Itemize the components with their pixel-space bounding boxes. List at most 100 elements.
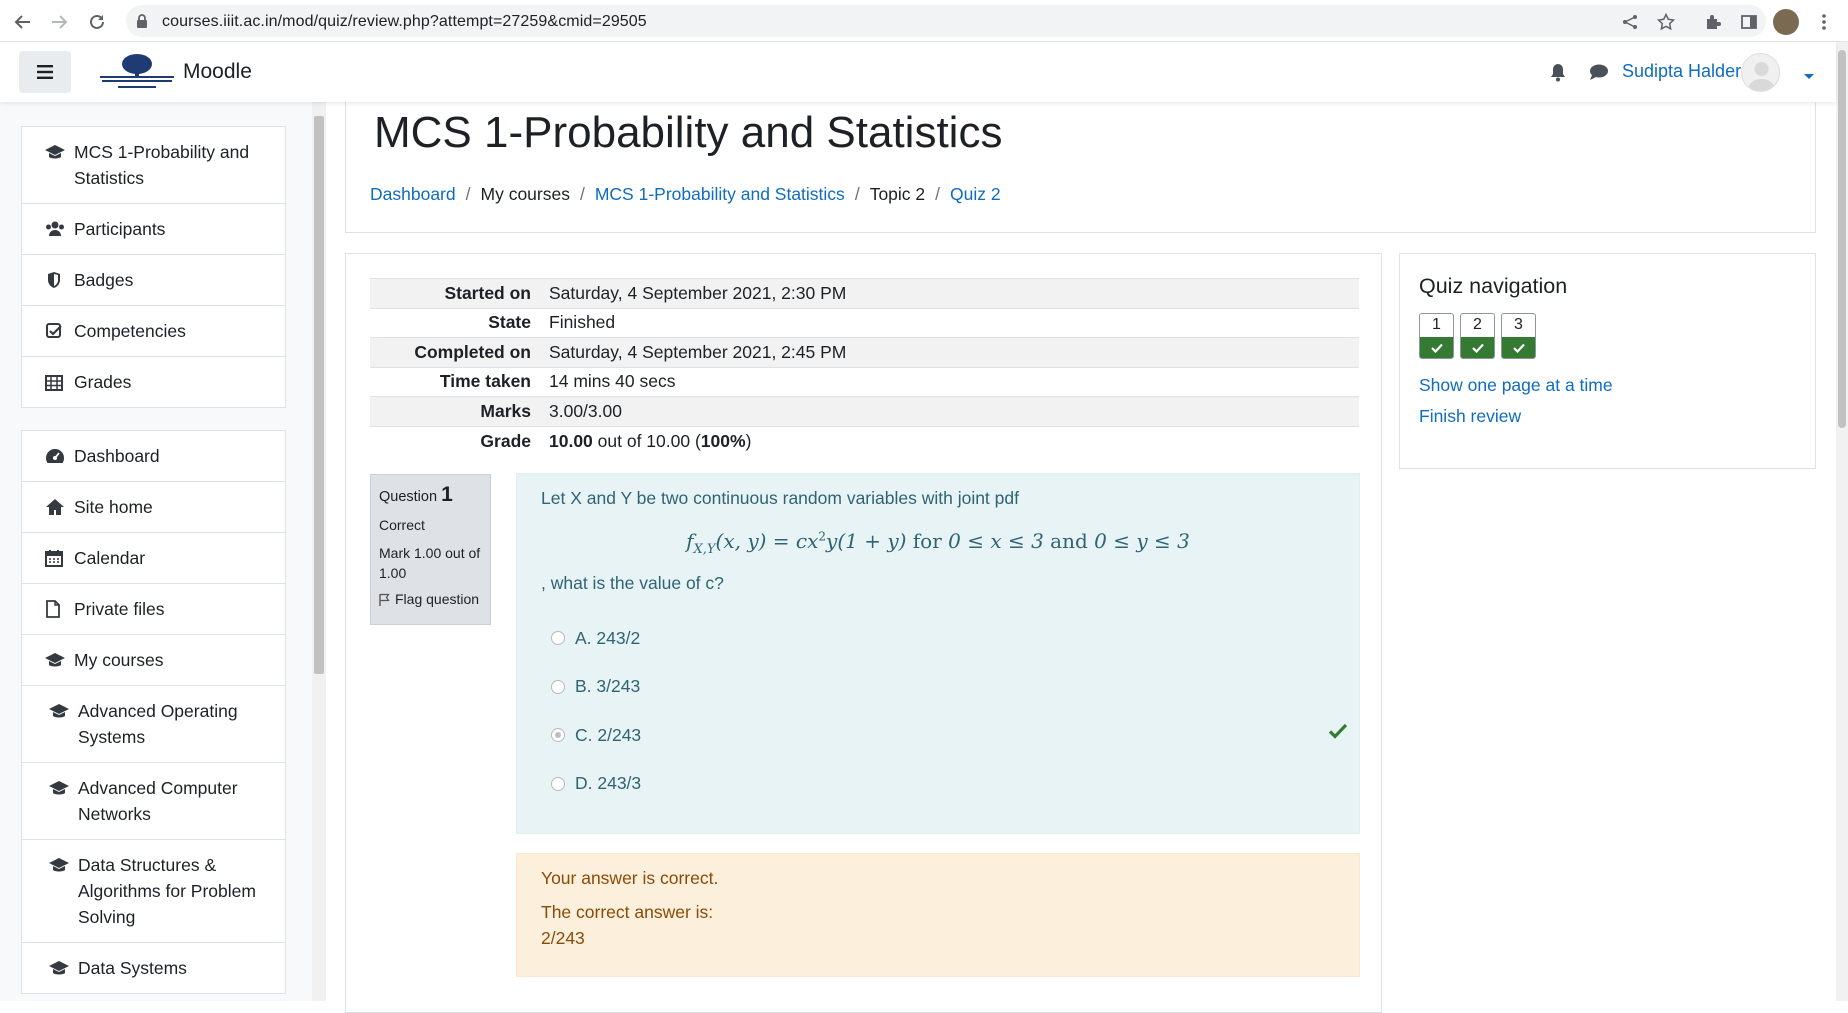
drawer-item-label: Participants: [74, 219, 166, 239]
quiz-nav-button[interactable]: 1: [1419, 313, 1454, 359]
summary-value: 14 mins 40 secs: [541, 366, 1359, 397]
drawer-item-participants[interactable]: Participants: [22, 204, 285, 255]
question-state: Correct: [379, 517, 425, 533]
user-menu-name[interactable]: Sudipta Halder: [1622, 61, 1741, 82]
breadcrumb-my-courses: My courses: [480, 184, 570, 204]
address-bar[interactable]: courses.iiit.ac.in/mod/quiz/review.php?a…: [126, 5, 1766, 37]
summary-value: 10.00 out of 10.00 (100%): [541, 425, 1359, 456]
messages-icon[interactable]: [1588, 62, 1610, 84]
drawer-item-private-files[interactable]: Private files: [22, 584, 285, 635]
drawer-item-label: MCS 1-Probability and Statistics: [74, 142, 250, 188]
answer-option-label: D. 243/3: [575, 773, 642, 794]
summary-label: State: [370, 307, 541, 338]
drawer-item-my-courses[interactable]: My courses: [22, 635, 285, 686]
question-formulation: Let X and Y be two continuous random var…: [516, 473, 1360, 834]
quiz-nav-button-number: 3: [1514, 316, 1523, 333]
page-scrollbar[interactable]: [1836, 42, 1848, 1001]
answer-option[interactable]: C. 2/243: [541, 711, 1348, 760]
flag-question-button[interactable]: Flag question: [379, 591, 482, 607]
share-icon[interactable]: [1616, 8, 1644, 36]
grade-out-of: out of 10.00 (: [592, 430, 701, 451]
drawer-item-competencies[interactable]: Competencies: [22, 306, 285, 357]
question-text: Let X and Y be two continuous random var…: [541, 488, 1019, 508]
page-title: MCS 1-Probability and Statistics: [374, 108, 1003, 157]
table-icon: [45, 372, 65, 392]
iiit-logo[interactable]: [98, 52, 176, 92]
profile-avatar-icon[interactable]: [1772, 8, 1800, 36]
flag-icon: [379, 593, 390, 606]
drawer-item-label: Calendar: [74, 548, 146, 568]
bell-icon[interactable]: [1548, 62, 1570, 84]
drawer-item-site-home[interactable]: Site home: [22, 482, 285, 533]
drawer-item-calendar[interactable]: Calendar: [22, 533, 285, 584]
extensions-icon[interactable]: [1699, 8, 1727, 36]
breadcrumb-dashboard[interactable]: Dashboard: [370, 184, 456, 205]
flag-question-label: Flag question: [395, 591, 480, 607]
drawer-item-grades[interactable]: Grades: [22, 357, 285, 407]
radio-button[interactable]: [551, 631, 565, 645]
drawer-item-course-aos[interactable]: Advanced Operating Systems: [22, 686, 285, 763]
bookmark-star-icon[interactable]: [1652, 8, 1680, 36]
drawer-item-dashboard[interactable]: Dashboard: [22, 431, 285, 482]
summary-row: State Finished: [370, 307, 1359, 338]
drawer-item-course[interactable]: MCS 1-Probability and Statistics: [22, 127, 285, 204]
answer-option-label: A. 243/2: [575, 627, 641, 648]
browser-toolbar: courses.iiit.ac.in/mod/quiz/review.php?a…: [0, 0, 1848, 42]
hamburger-icon: [37, 65, 53, 79]
radio-button[interactable]: [551, 679, 565, 694]
check-square-icon: [45, 321, 65, 341]
site-name[interactable]: Moodle: [183, 60, 252, 84]
answer-option[interactable]: B. 3/243: [541, 663, 1335, 712]
dashboard-icon: [45, 446, 65, 466]
quiz-review-content: Started on Saturday, 4 September 2021, 2…: [345, 253, 1382, 1013]
attempt-summary-table: Started on Saturday, 4 September 2021, 2…: [370, 278, 1359, 456]
drawer-scrollbar[interactable]: [312, 102, 326, 1001]
question-mark: Mark 1.00 out of 1.00: [379, 545, 481, 581]
breadcrumb-separator: /: [854, 184, 860, 204]
user-avatar[interactable]: [1741, 53, 1780, 92]
drawer-item-badges[interactable]: Badges: [22, 255, 285, 306]
feedback-text: Your answer is correct.: [541, 868, 719, 888]
answer-option[interactable]: D. 243/3: [541, 760, 1335, 809]
drawer-item-course-ds[interactable]: Data Systems: [22, 943, 285, 993]
answer-option[interactable]: A. 243/2: [541, 614, 1335, 663]
quiz-nav-button-number: 1: [1432, 316, 1441, 333]
user-menu-caret-icon[interactable]: [1803, 68, 1815, 86]
summary-label: Started on: [370, 278, 541, 308]
radio-button[interactable]: [551, 776, 565, 791]
breadcrumb-course[interactable]: MCS 1-Probability and Statistics: [595, 184, 845, 205]
grade-close: ): [745, 430, 752, 451]
summary-row: Marks 3.00/3.00: [370, 396, 1359, 426]
drawer-item-label: Data Systems: [78, 958, 187, 978]
summary-value: Saturday, 4 September 2021, 2:30 PM: [541, 278, 1359, 308]
shield-icon: [45, 270, 65, 290]
show-one-page-link[interactable]: Show one page at a time: [1419, 375, 1796, 396]
summary-value: Finished: [541, 307, 1359, 338]
quiz-nav-button[interactable]: 2: [1460, 313, 1495, 359]
finish-review-link[interactable]: Finish review: [1419, 406, 1796, 427]
drawer-item-label: Advanced Operating Systems: [78, 701, 238, 747]
drawer-toggle-button[interactable]: [19, 51, 71, 93]
graduation-cap-icon: [49, 958, 69, 978]
correct-check-icon: [1328, 723, 1348, 741]
page-header: MCS 1-Probability and Statistics Dashboa…: [345, 94, 1816, 233]
answer-options: A. 243/2 B. 3/243 C. 2/243 D. 243/3: [541, 614, 1348, 809]
graduation-cap-icon: [49, 701, 69, 721]
grade-percent: 100%: [700, 430, 746, 451]
check-icon: [1461, 337, 1494, 358]
forward-icon[interactable]: [45, 8, 73, 36]
more-menu-icon[interactable]: [1810, 8, 1838, 36]
breadcrumb-separator: /: [935, 184, 941, 204]
drawer-item-course-acn[interactable]: Advanced Computer Networks: [22, 763, 285, 840]
back-icon[interactable]: [9, 8, 37, 36]
question-info: Question 1 Correct Mark 1.00 out of 1.00…: [370, 474, 491, 625]
reload-icon[interactable]: [83, 8, 111, 36]
radio-button-selected[interactable]: [551, 728, 565, 742]
users-icon: [45, 219, 65, 239]
breadcrumb-quiz[interactable]: Quiz 2: [950, 184, 1001, 205]
side-panel-icon[interactable]: [1735, 8, 1763, 36]
breadcrumb: Dashboard / My courses / MCS 1-Probabili…: [370, 184, 1001, 205]
drawer-item-course-dsa[interactable]: Data Structures & Algorithms for Problem…: [22, 840, 285, 943]
drawer-item-label: Private files: [74, 599, 165, 619]
quiz-nav-button[interactable]: 3: [1501, 313, 1536, 359]
